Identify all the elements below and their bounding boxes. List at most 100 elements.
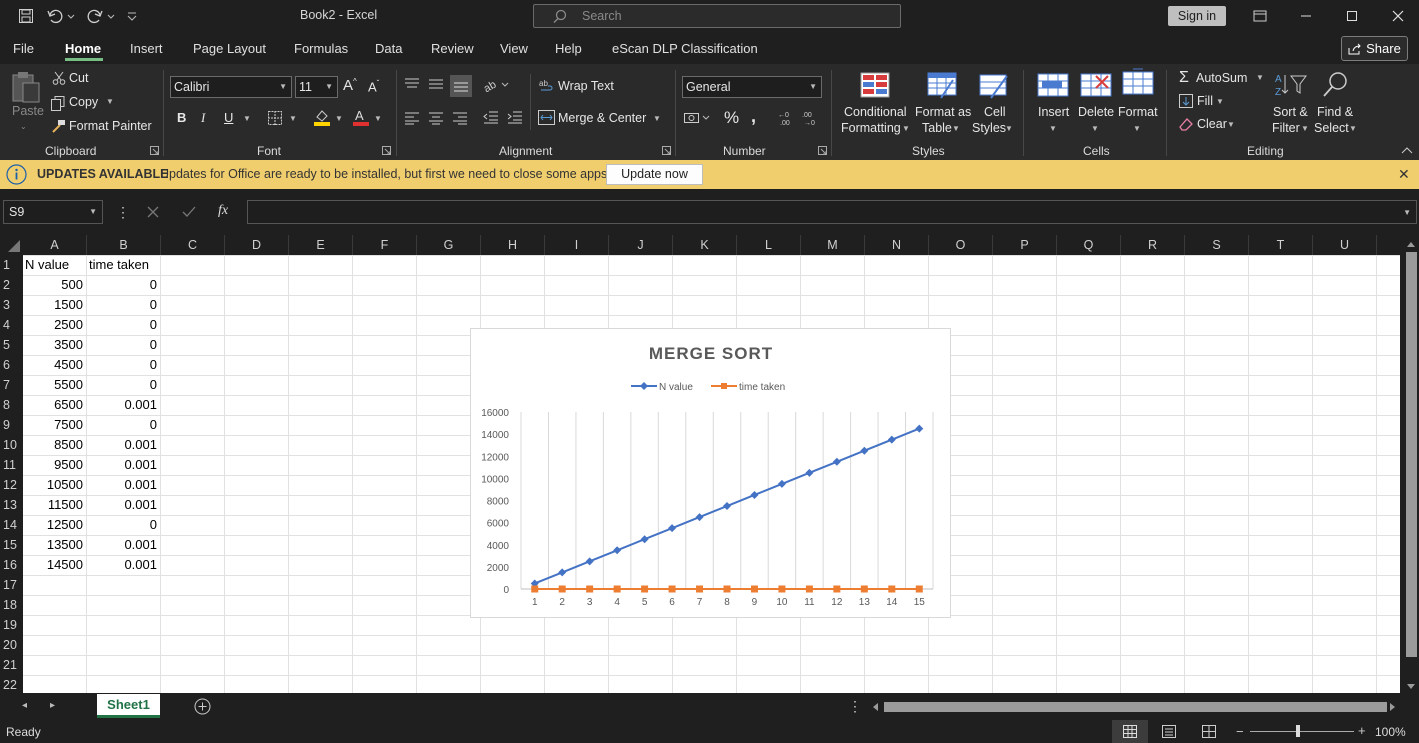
cell-a7[interactable]: 5500: [23, 375, 87, 395]
scroll-left-icon[interactable]: [871, 702, 879, 712]
tab-home[interactable]: Home: [65, 41, 101, 56]
column-header-r[interactable]: R: [1121, 235, 1185, 255]
middle-align-icon[interactable]: [428, 77, 444, 91]
row-header-1[interactable]: 1: [0, 255, 23, 275]
delete-cells-button[interactable]: Delete: [1078, 105, 1114, 119]
clear-button[interactable]: Clear: [1197, 117, 1227, 131]
row-header-7[interactable]: 7: [0, 375, 23, 395]
insert-function-icon[interactable]: fx: [218, 203, 228, 219]
underline-icon[interactable]: U: [224, 110, 233, 125]
redo-icon[interactable]: [84, 6, 118, 26]
cell-a14[interactable]: 12500: [23, 515, 87, 535]
name-box[interactable]: S9 ▼: [3, 200, 103, 224]
decrease-decimal-icon[interactable]: .00 →0: [802, 109, 820, 127]
column-header-t[interactable]: T: [1249, 235, 1313, 255]
increase-font-size-icon[interactable]: A^: [343, 77, 357, 94]
cell-a1[interactable]: N value: [23, 255, 87, 275]
row-header-9[interactable]: 9: [0, 415, 23, 435]
cell-b1[interactable]: time taken: [87, 255, 161, 275]
cell-b5[interactable]: 0: [87, 335, 161, 355]
number-launcher-icon[interactable]: [818, 146, 827, 155]
chart[interactable]: MERGE SORT N value time taken 0 2000 4000 6000…: [470, 328, 951, 618]
column-header-g[interactable]: G: [417, 235, 481, 255]
column-header-s[interactable]: S: [1185, 235, 1249, 255]
orientation-icon[interactable]: ab: [484, 77, 510, 93]
scroll-down-icon[interactable]: [1406, 683, 1416, 691]
fill-color-icon[interactable]: [313, 108, 331, 126]
row-header-6[interactable]: 6: [0, 355, 23, 375]
increase-indent-icon[interactable]: [507, 110, 523, 124]
cell-b13[interactable]: 0.001: [87, 495, 161, 515]
column-header-m[interactable]: M: [801, 235, 865, 255]
cell-a2[interactable]: 500: [23, 275, 87, 295]
cell-b8[interactable]: 0.001: [87, 395, 161, 415]
cancel-icon[interactable]: [146, 205, 160, 219]
merge-dropdown-icon[interactable]: ▼: [653, 114, 661, 123]
cut-button[interactable]: Cut: [69, 71, 88, 85]
minimize-icon[interactable]: [1283, 0, 1329, 32]
cell-a9[interactable]: 7500: [23, 415, 87, 435]
align-center-icon[interactable]: [428, 111, 444, 125]
format-as-table-button[interactable]: Format as: [915, 105, 971, 119]
italic-icon[interactable]: I: [201, 110, 205, 126]
row-header-16[interactable]: 16: [0, 555, 23, 575]
clipboard-launcher-icon[interactable]: [150, 146, 159, 155]
row-header-12[interactable]: 12: [0, 475, 23, 495]
zoom-in-icon[interactable]: +: [1358, 723, 1366, 738]
paste-dropdown-icon[interactable]: ⌄: [20, 122, 27, 131]
column-header-i[interactable]: I: [545, 235, 609, 255]
cell-a6[interactable]: 4500: [23, 355, 87, 375]
row-header-18[interactable]: 18: [0, 595, 23, 615]
cell-a12[interactable]: 10500: [23, 475, 87, 495]
row-header-20[interactable]: 20: [0, 635, 23, 655]
column-header-k[interactable]: K: [673, 235, 737, 255]
cell-a13[interactable]: 11500: [23, 495, 87, 515]
column-header-f[interactable]: F: [353, 235, 417, 255]
column-header-j[interactable]: J: [609, 235, 673, 255]
clear-dropdown-icon[interactable]: ▼: [1227, 120, 1235, 129]
cell-b2[interactable]: 0: [87, 275, 161, 295]
percent-style-icon[interactable]: %: [724, 108, 739, 128]
scroll-tabs-right-icon[interactable]: ▸: [50, 700, 55, 711]
row-header-22[interactable]: 22: [0, 675, 23, 695]
bottom-align-icon[interactable]: [450, 75, 472, 97]
cell-a3[interactable]: 1500: [23, 295, 87, 315]
zoom-slider-track[interactable]: [1250, 731, 1354, 732]
close-icon[interactable]: [1375, 0, 1419, 32]
scroll-tabs-left-icon[interactable]: ◂: [22, 700, 27, 711]
cell-b10[interactable]: 0.001: [87, 435, 161, 455]
tab-insert[interactable]: Insert: [130, 41, 163, 56]
update-now-button[interactable]: Update now: [606, 164, 703, 185]
format-painter-button[interactable]: Format Painter: [69, 119, 152, 133]
bold-icon[interactable]: B: [177, 110, 186, 125]
cell-a8[interactable]: 6500: [23, 395, 87, 415]
font-color-icon[interactable]: A: [352, 108, 370, 126]
tab-file[interactable]: File: [13, 41, 34, 56]
column-header-l[interactable]: L: [737, 235, 801, 255]
cell-a15[interactable]: 13500: [23, 535, 87, 555]
close-icon[interactable]: ✕: [1398, 166, 1410, 183]
expand-formula-bar-icon[interactable]: ▼: [1403, 208, 1411, 217]
sort-filter-button[interactable]: Sort &: [1273, 105, 1308, 119]
font-color-dropdown-icon[interactable]: ▼: [374, 114, 382, 123]
undo-icon[interactable]: [44, 6, 78, 26]
autosum-button[interactable]: AutoSum: [1196, 71, 1247, 85]
decrease-font-size-icon[interactable]: Aˇ: [368, 79, 379, 94]
cell-a5[interactable]: 3500: [23, 335, 87, 355]
align-right-icon[interactable]: [452, 111, 468, 125]
align-left-icon[interactable]: [404, 111, 420, 125]
fill-button[interactable]: Fill: [1197, 94, 1213, 108]
row-header-13[interactable]: 13: [0, 495, 23, 515]
save-icon[interactable]: [16, 6, 36, 26]
increase-decimal-icon[interactable]: ←0.00: [778, 109, 796, 127]
customize-toolbar-icon[interactable]: [124, 6, 140, 26]
cell-b7[interactable]: 0: [87, 375, 161, 395]
cell-b15[interactable]: 0.001: [87, 535, 161, 555]
enter-icon[interactable]: [181, 205, 197, 219]
share-button[interactable]: Share: [1341, 36, 1408, 61]
copy-button[interactable]: Copy: [69, 95, 98, 109]
wrap-text-button[interactable]: Wrap Text: [558, 79, 614, 93]
zoom-level[interactable]: 100%: [1375, 725, 1406, 739]
sheet-tab[interactable]: Sheet1: [97, 694, 160, 718]
fill-color-dropdown-icon[interactable]: ▼: [335, 114, 343, 123]
